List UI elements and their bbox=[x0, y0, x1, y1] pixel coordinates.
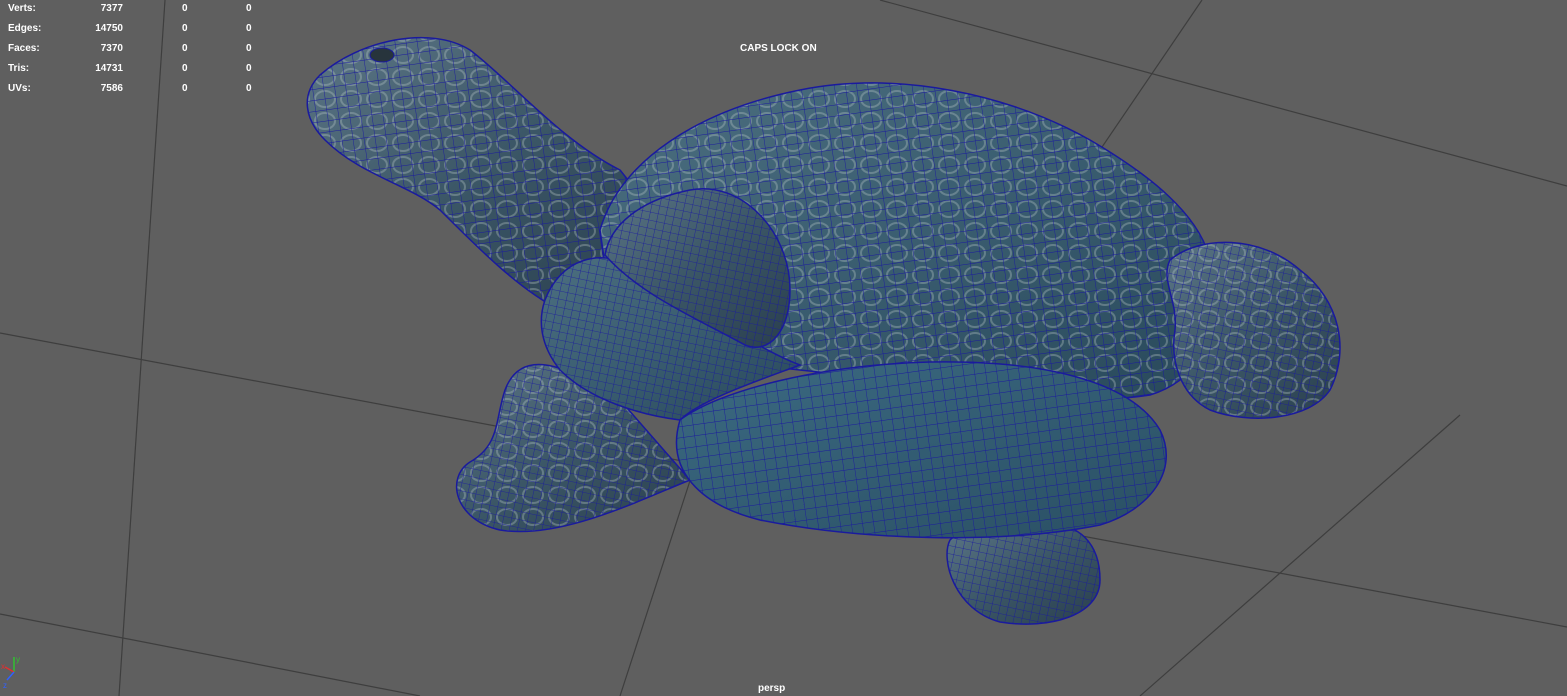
viewport-panel[interactable]: Verts: 7377 0 0 Edges: 14750 0 0 Faces: … bbox=[0, 0, 1567, 696]
axis-gizmo-icon: y x z bbox=[1, 655, 20, 690]
axis-x-line bbox=[4, 666, 15, 673]
axis-z-line bbox=[6, 671, 15, 681]
axis-y-label: y bbox=[16, 655, 20, 664]
axis-z-label: z bbox=[3, 681, 7, 690]
axis-x-label: x bbox=[1, 662, 5, 671]
